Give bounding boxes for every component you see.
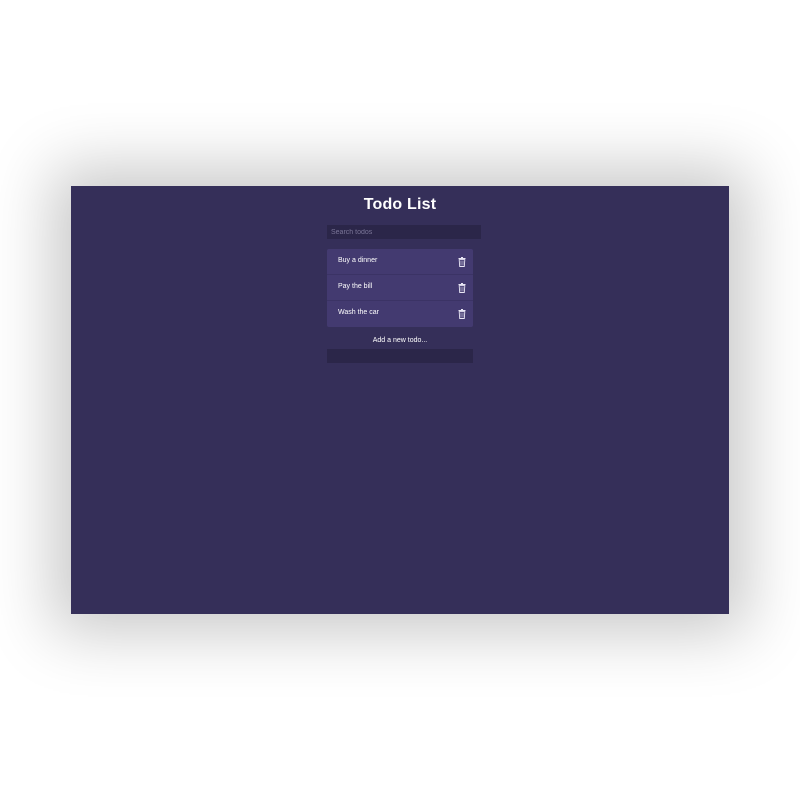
add-todo-label: Add a new todo...: [372, 337, 428, 344]
app-window: Todo List Buy a dinner Pay the bill: [71, 186, 729, 614]
trash-icon[interactable]: [458, 257, 466, 267]
todo-item-label: Pay the bill: [338, 283, 373, 290]
add-todo-input[interactable]: [327, 349, 473, 363]
todo-item: Wash the car: [327, 301, 473, 327]
todo-item-label: Buy a dinner: [338, 257, 378, 264]
trash-icon[interactable]: [458, 309, 466, 319]
page-title: Todo List: [363, 196, 437, 213]
todo-list: Buy a dinner Pay the bill Wash the car: [327, 249, 473, 327]
trash-icon[interactable]: [458, 283, 466, 293]
todo-item: Pay the bill: [327, 275, 473, 301]
search-input[interactable]: [327, 225, 481, 239]
todo-item: Buy a dinner: [327, 249, 473, 275]
todo-item-label: Wash the car: [338, 309, 379, 316]
